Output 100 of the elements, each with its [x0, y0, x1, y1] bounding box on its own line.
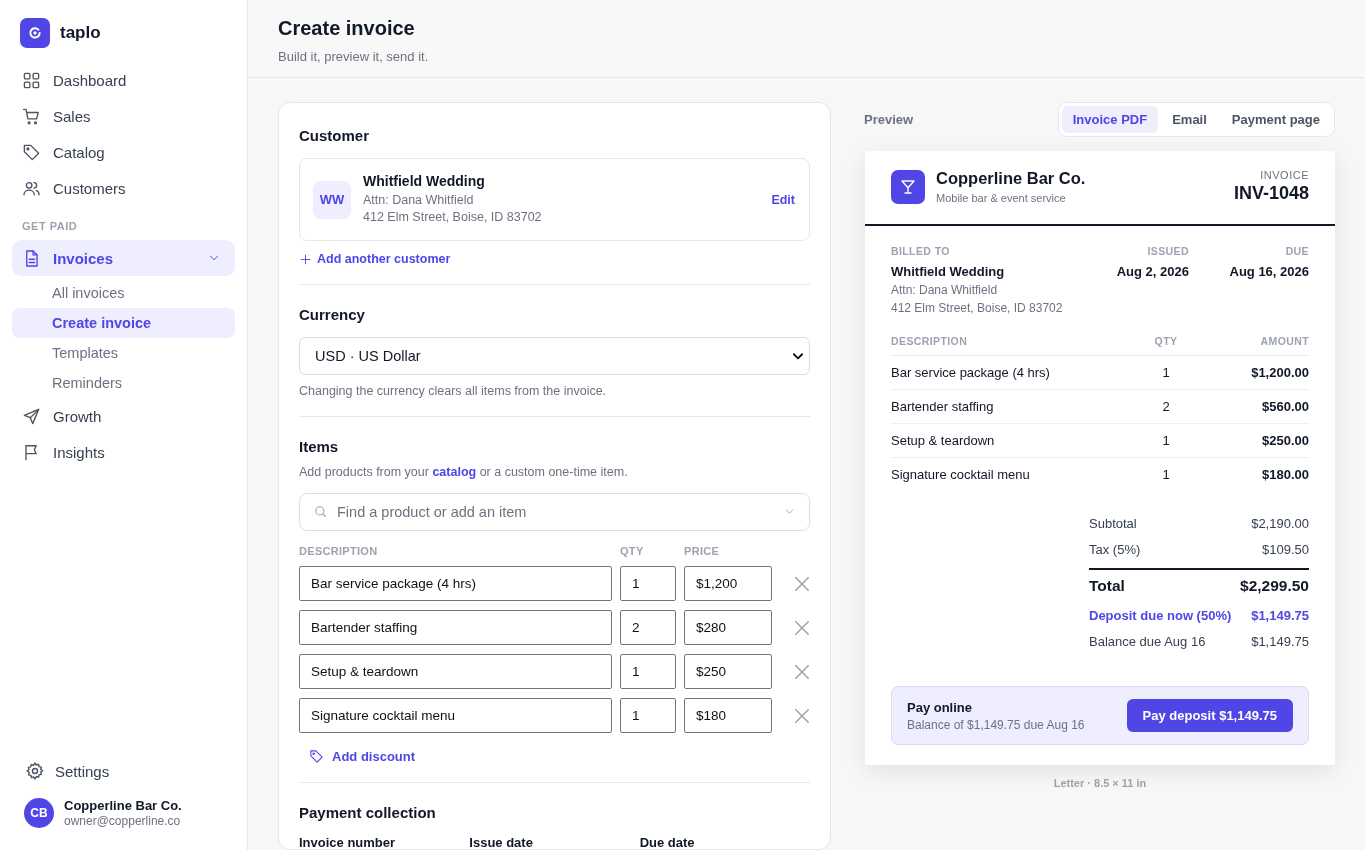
nav-item[interactable]: Dashboard — [12, 62, 235, 98]
line-description: Bar service package (4 hrs) — [891, 356, 1136, 390]
total-label: Tax (5%) — [1089, 541, 1141, 557]
column-header: DESCRIPTION — [299, 545, 379, 557]
total-value: $2,190.00 — [1251, 515, 1309, 531]
plus-icon — [299, 252, 312, 266]
description-field[interactable]: Bar service package (4 hrs) — [299, 566, 612, 601]
items-intro: Add products from your catalog or a custom one-time item. — [299, 465, 629, 479]
quantity-field[interactable]: 1 — [620, 654, 676, 689]
catalog-link[interactable]: catalog — [432, 465, 477, 479]
billed-address: 412 Elm Street, Boise, ID 83702 — [891, 301, 1064, 315]
add-customer-link[interactable]: Add another customer — [299, 252, 451, 266]
price-field[interactable]: $280 — [684, 610, 772, 645]
nav-subitem[interactable]: Reminders — [12, 368, 235, 398]
brand-name: taplo — [60, 23, 101, 43]
description-field[interactable]: Signature cocktail menu — [299, 698, 612, 733]
search-icon — [313, 504, 328, 519]
settings-link[interactable]: Settings — [12, 756, 235, 786]
price-field[interactable]: $180 — [684, 698, 772, 733]
description-field[interactable]: Bartender staffing — [299, 610, 612, 645]
column-header: DESCRIPTION — [891, 335, 1136, 356]
grid-icon — [22, 70, 41, 90]
tab[interactable]: Payment page — [1220, 106, 1331, 133]
billed-name: Whitfield Wedding — [891, 264, 1006, 279]
nav-item[interactable]: Sales — [12, 98, 235, 134]
total-label: Total — [1089, 577, 1125, 595]
column-header: AMOUNT — [1196, 335, 1309, 356]
line-quantity: 1 — [1161, 466, 1171, 484]
field-label: Due date — [639, 835, 696, 849]
nav-subitem[interactable]: All invoices — [12, 278, 235, 308]
logo-icon — [20, 18, 50, 48]
total-label: Balance due Aug 16 — [1089, 633, 1206, 649]
line-quantity: 2 — [1136, 390, 1196, 424]
search-field[interactable]: Find a product or add an item — [299, 493, 810, 531]
cart-icon — [22, 106, 41, 126]
column-header: QTY — [1136, 335, 1196, 356]
tab[interactable]: Email — [1161, 106, 1218, 133]
total-label: Subtotal — [1089, 515, 1137, 531]
column-header: QTY — [620, 545, 645, 557]
page-subtitle: Build it, preview it, send it. — [278, 49, 430, 64]
description-field[interactable]: Setup & teardown — [299, 654, 612, 689]
tag-icon — [309, 749, 324, 764]
pay-title: Pay online — [907, 699, 974, 715]
section-heading: Customer — [299, 127, 370, 144]
price-field[interactable]: $250 — [684, 654, 772, 689]
meta-label: BILLED TO — [891, 245, 951, 257]
quantity-field[interactable]: 1 — [620, 566, 676, 601]
currency-note: Changing the currency clears all items from the invoice. — [299, 384, 608, 398]
currency-select[interactable]: USD · US Dollar — [299, 337, 810, 375]
document-label: INVOICE — [1259, 169, 1309, 181]
company-name: Copperline Bar Co. — [936, 169, 1087, 188]
column-header: PRICE — [684, 545, 721, 557]
issue-date: Aug 2, 2026 — [1115, 264, 1189, 279]
line-description: Bartender staffing — [891, 390, 1136, 424]
nav-item[interactable]: Customers — [12, 170, 235, 206]
cocktail-glass-icon — [891, 169, 925, 204]
total-value: $1,149.75 — [1251, 633, 1309, 649]
line-description: Signature cocktail menu — [891, 466, 1031, 484]
line-amount: $560.00 — [1196, 390, 1309, 424]
nav-subitem[interactable]: Templates — [12, 338, 235, 368]
total-value: $2,299.50 — [1240, 577, 1309, 595]
due-date: Aug 16, 2026 — [1228, 264, 1309, 279]
customer-name: Whitfield Wedding — [363, 173, 486, 189]
preview-label: Preview — [864, 112, 914, 127]
meta-label: ISSUED — [1146, 245, 1189, 257]
tag-icon — [22, 142, 41, 162]
pay-deposit-button[interactable]: Pay deposit $1,149.75 — [1126, 699, 1293, 732]
line-quantity: 1 — [1136, 424, 1196, 458]
billed-attn: Attn: Dana Whitfield — [891, 283, 999, 297]
avatar: CB — [24, 798, 54, 828]
nav-item[interactable]: Invoices — [12, 240, 235, 276]
account-email: owner@copperline.co — [64, 814, 182, 828]
nav-item[interactable]: Catalog — [12, 134, 235, 170]
page-size-note: Letter · 8.5 × 11 in — [1052, 777, 1148, 789]
total-value: $109.50 — [1262, 541, 1309, 557]
nav-item[interactable]: Insights — [12, 434, 235, 470]
section-heading: Currency — [299, 306, 366, 323]
line-amount: $1,200.00 — [1196, 356, 1309, 390]
section-heading: Items — [299, 438, 340, 455]
settings-icon — [25, 761, 45, 781]
total-label: Deposit due now (50%) — [1089, 607, 1232, 623]
quantity-field[interactable]: 1 — [620, 698, 676, 733]
price-field[interactable]: $1,200 — [684, 566, 772, 601]
meta-label: DUE — [1284, 245, 1309, 257]
send-icon — [22, 406, 41, 426]
section-heading: Payment collection — [299, 804, 437, 821]
section-label: GET PAID — [21, 219, 79, 234]
quantity-field[interactable]: 2 — [620, 610, 676, 645]
pay-note: Balance of $1,149.75 due Aug 16 — [907, 717, 1085, 732]
edit-link[interactable]: Edit — [771, 192, 795, 207]
total-value: $1,149.75 — [1251, 607, 1309, 623]
company-tagline: Mobile bar & event service — [936, 192, 1067, 204]
nav-item[interactable]: Growth — [12, 398, 235, 434]
tab[interactable]: Invoice PDF — [1061, 106, 1159, 133]
customer-attn: Attn: Dana Whitfield — [363, 192, 475, 209]
line-quantity: 1 — [1136, 356, 1196, 390]
nav-subitem[interactable]: Create invoice — [12, 308, 235, 338]
add-discount-link[interactable]: Add discount — [309, 749, 416, 764]
invoice-number: INV-1048 — [1233, 183, 1309, 204]
field-label: Issue date — [469, 835, 534, 849]
